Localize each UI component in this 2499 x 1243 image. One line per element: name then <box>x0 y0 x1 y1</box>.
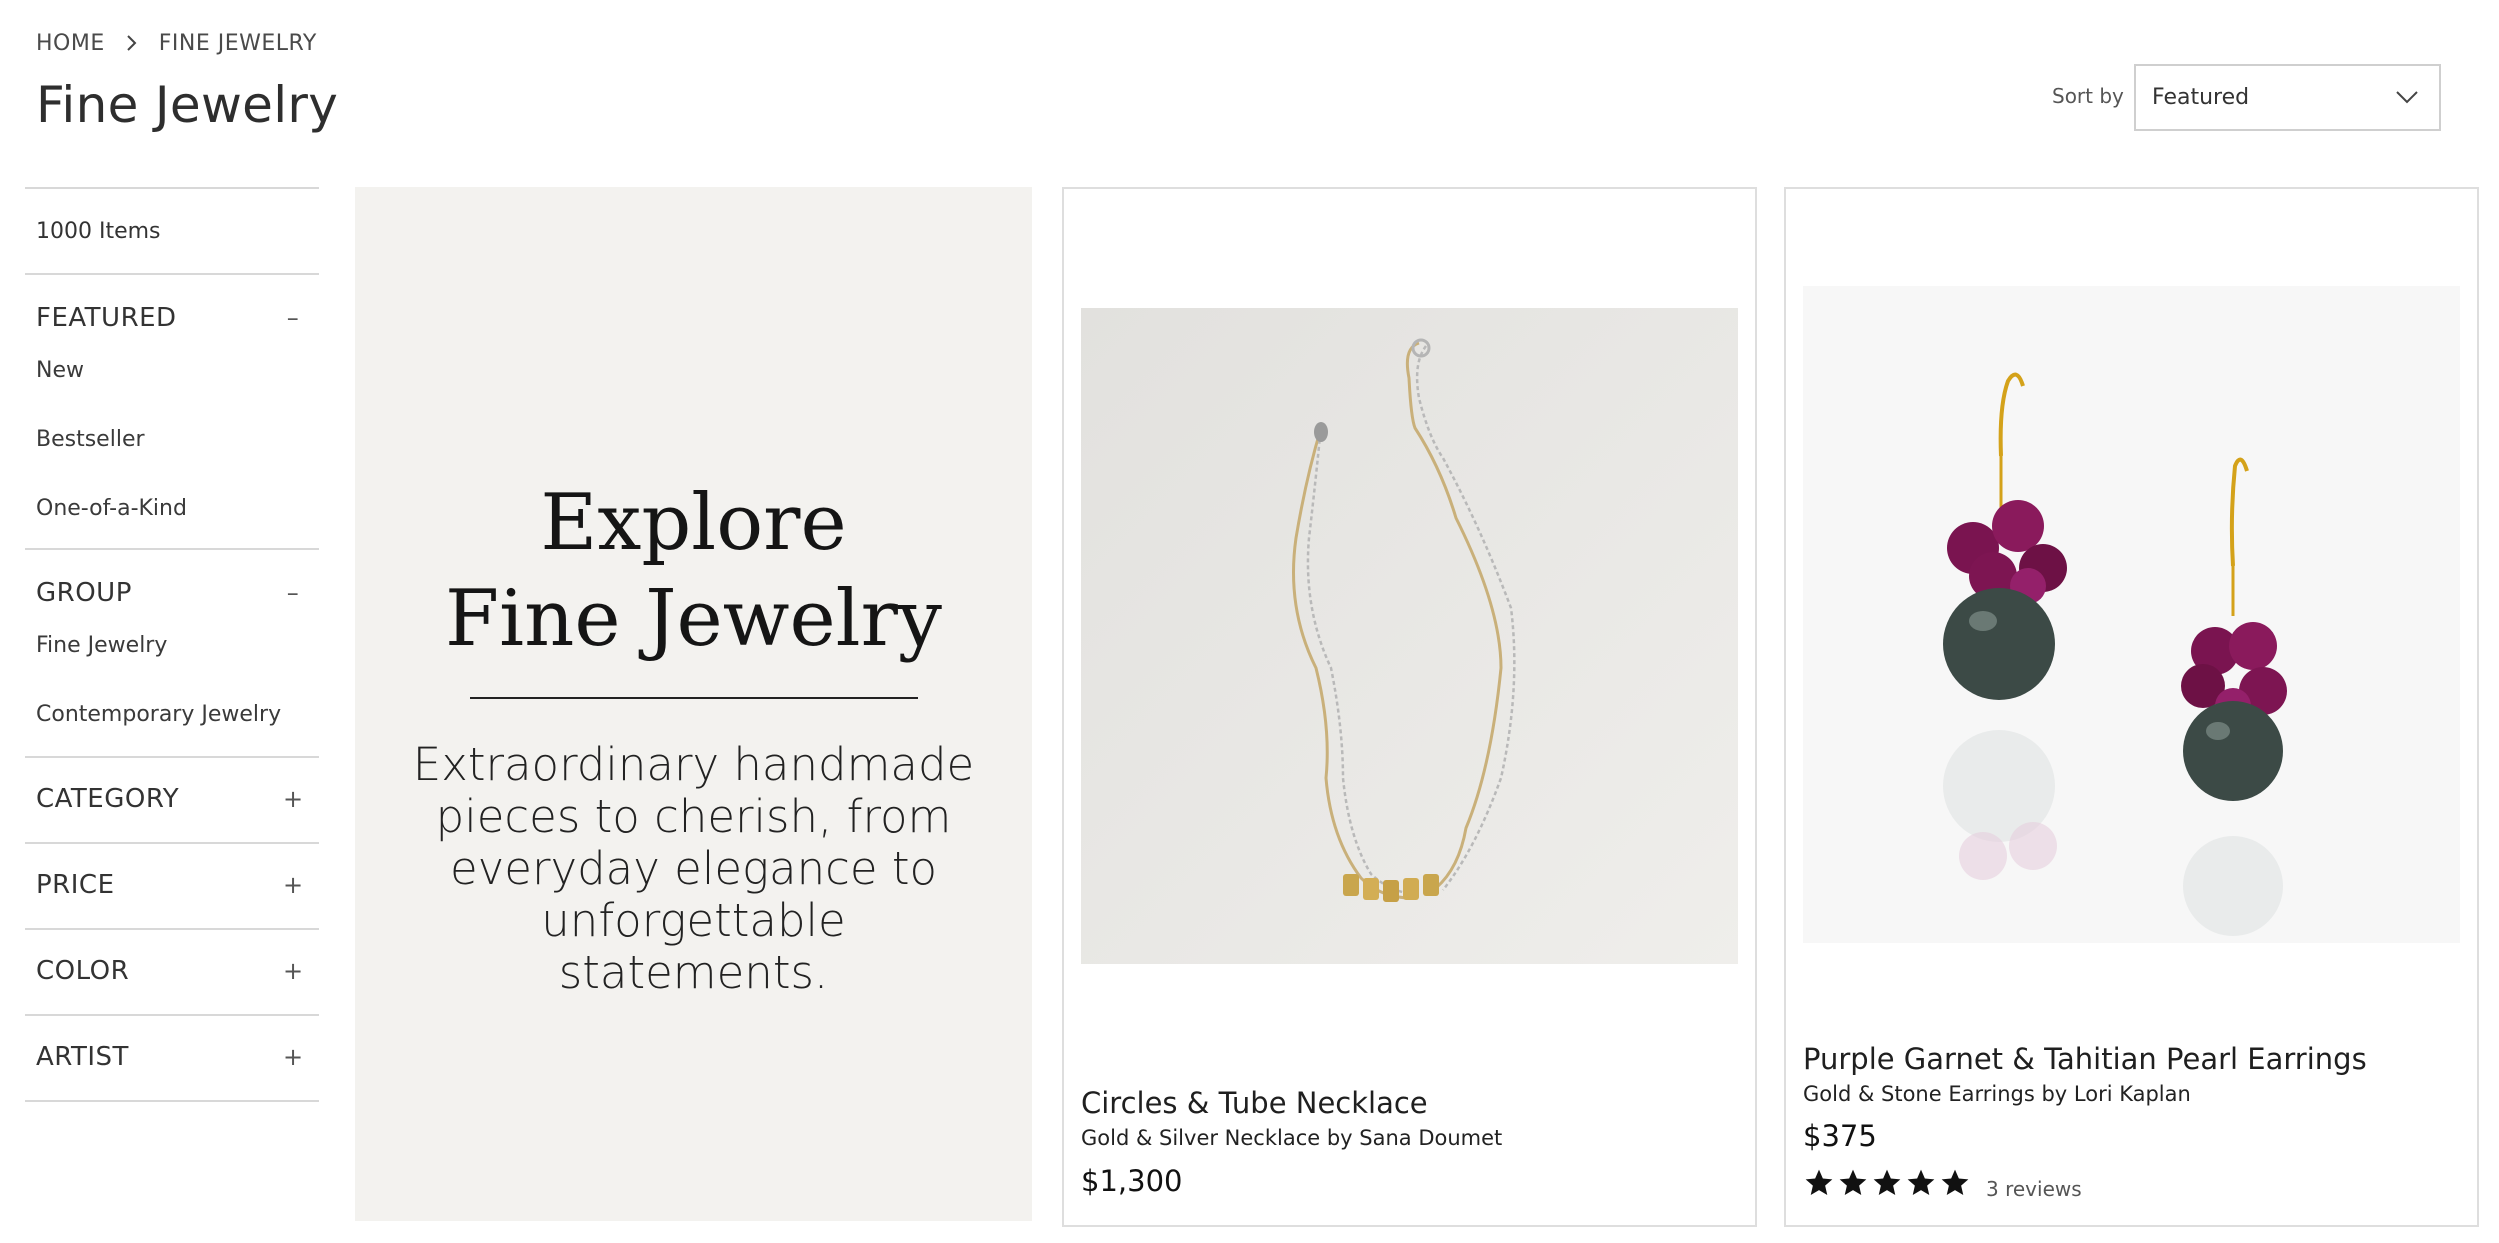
promo-title-line: Fine Jewelry <box>445 574 942 664</box>
promo-divider <box>470 697 918 699</box>
filter-header-color[interactable]: COLOR + <box>25 956 319 986</box>
product-card[interactable]: Circles & Tube Necklace Gold & Silver Ne… <box>1062 187 1757 1227</box>
product-maker: Gold & Silver Necklace by Sana Doumet <box>1081 1126 1503 1150</box>
breadcrumb-current: FINE JEWELRY <box>158 30 317 56</box>
expand-icon: + <box>283 871 304 899</box>
filter-title: COLOR <box>36 956 130 986</box>
filter-sidebar: 1000 Items FEATURED – New Bestseller One… <box>25 187 319 1102</box>
filter-title: GROUP <box>36 578 132 608</box>
sort-select[interactable]: Featured <box>2134 64 2441 131</box>
star-icon <box>1941 1169 1969 1195</box>
promo-title: Explore Fine Jewelry <box>355 475 1032 667</box>
sort-selected-value: Featured <box>2152 85 2250 110</box>
expand-icon: + <box>283 1043 304 1071</box>
star-icon <box>1839 1169 1867 1195</box>
filter-option-contemporary-jewelry[interactable]: Contemporary Jewelry <box>25 702 281 727</box>
filter-header-artist[interactable]: ARTIST + <box>25 1042 319 1072</box>
product-card[interactable]: Purple Garnet & Tahitian Pearl Earrings … <box>1784 187 2479 1227</box>
page-title: Fine Jewelry <box>36 76 339 134</box>
sort-label: Sort by <box>2052 84 2124 108</box>
product-image-earrings[interactable] <box>1803 286 2460 943</box>
expand-icon: + <box>283 785 304 813</box>
rating-stars[interactable] <box>1803 1167 1971 1199</box>
promo-tile[interactable]: Explore Fine Jewelry Extraordinary handm… <box>355 187 1032 1221</box>
filter-option-bestseller[interactable]: Bestseller <box>25 427 145 452</box>
filter-section-artist: ARTIST + <box>25 1016 319 1100</box>
product-image-necklace[interactable] <box>1081 308 1738 964</box>
filter-option-one-of-a-kind[interactable]: One-of-a-Kind <box>25 496 187 521</box>
earrings-illustration <box>1803 286 2460 943</box>
item-count: 1000 Items <box>36 218 161 244</box>
filter-option-new[interactable]: New <box>25 358 84 383</box>
product-price: $1,300 <box>1081 1164 1183 1198</box>
filter-title: CATEGORY <box>36 784 180 814</box>
breadcrumb: HOME FINE JEWELRY <box>36 28 317 58</box>
promo-subtitle: Extraordinary handmade pieces to cherish… <box>412 738 975 999</box>
filter-option-fine-jewelry[interactable]: Fine Jewelry <box>25 633 167 658</box>
filter-section-group: GROUP – Fine Jewelry Contemporary Jewelr… <box>25 550 319 756</box>
filter-title: FEATURED <box>36 303 177 333</box>
collapse-icon: – <box>286 304 300 332</box>
filter-title: ARTIST <box>36 1042 129 1072</box>
chevron-right-icon <box>117 28 147 58</box>
star-icon <box>1873 1169 1901 1195</box>
filter-header-category[interactable]: CATEGORY + <box>25 784 319 814</box>
divider <box>25 1100 319 1102</box>
product-name[interactable]: Circles & Tube Necklace <box>1081 1086 1428 1120</box>
star-icon <box>1907 1169 1935 1195</box>
filter-section-category: CATEGORY + <box>25 758 319 842</box>
promo-title-line: Explore <box>540 478 847 568</box>
chevron-down-icon <box>2395 85 2419 110</box>
product-price: $375 <box>1803 1119 1877 1153</box>
filter-section-color: COLOR + <box>25 930 319 1014</box>
breadcrumb-home-link[interactable]: HOME <box>36 31 105 56</box>
expand-icon: + <box>283 957 304 985</box>
filter-title: PRICE <box>36 870 115 900</box>
filter-section-featured: FEATURED – New Bestseller One-of-a-Kind <box>25 275 319 548</box>
filter-header-featured[interactable]: FEATURED – <box>25 303 319 333</box>
collapse-icon: – <box>286 579 300 607</box>
necklace-illustration <box>1081 308 1738 964</box>
product-name[interactable]: Purple Garnet & Tahitian Pearl Earrings <box>1803 1042 2367 1076</box>
filter-header-price[interactable]: PRICE + <box>25 870 319 900</box>
review-count[interactable]: 3 reviews <box>1986 1177 2082 1201</box>
star-icon <box>1805 1169 1833 1195</box>
filter-section-price: PRICE + <box>25 844 319 928</box>
filter-header-group[interactable]: GROUP – <box>25 578 319 608</box>
product-maker: Gold & Stone Earrings by Lori Kaplan <box>1803 1082 2191 1106</box>
